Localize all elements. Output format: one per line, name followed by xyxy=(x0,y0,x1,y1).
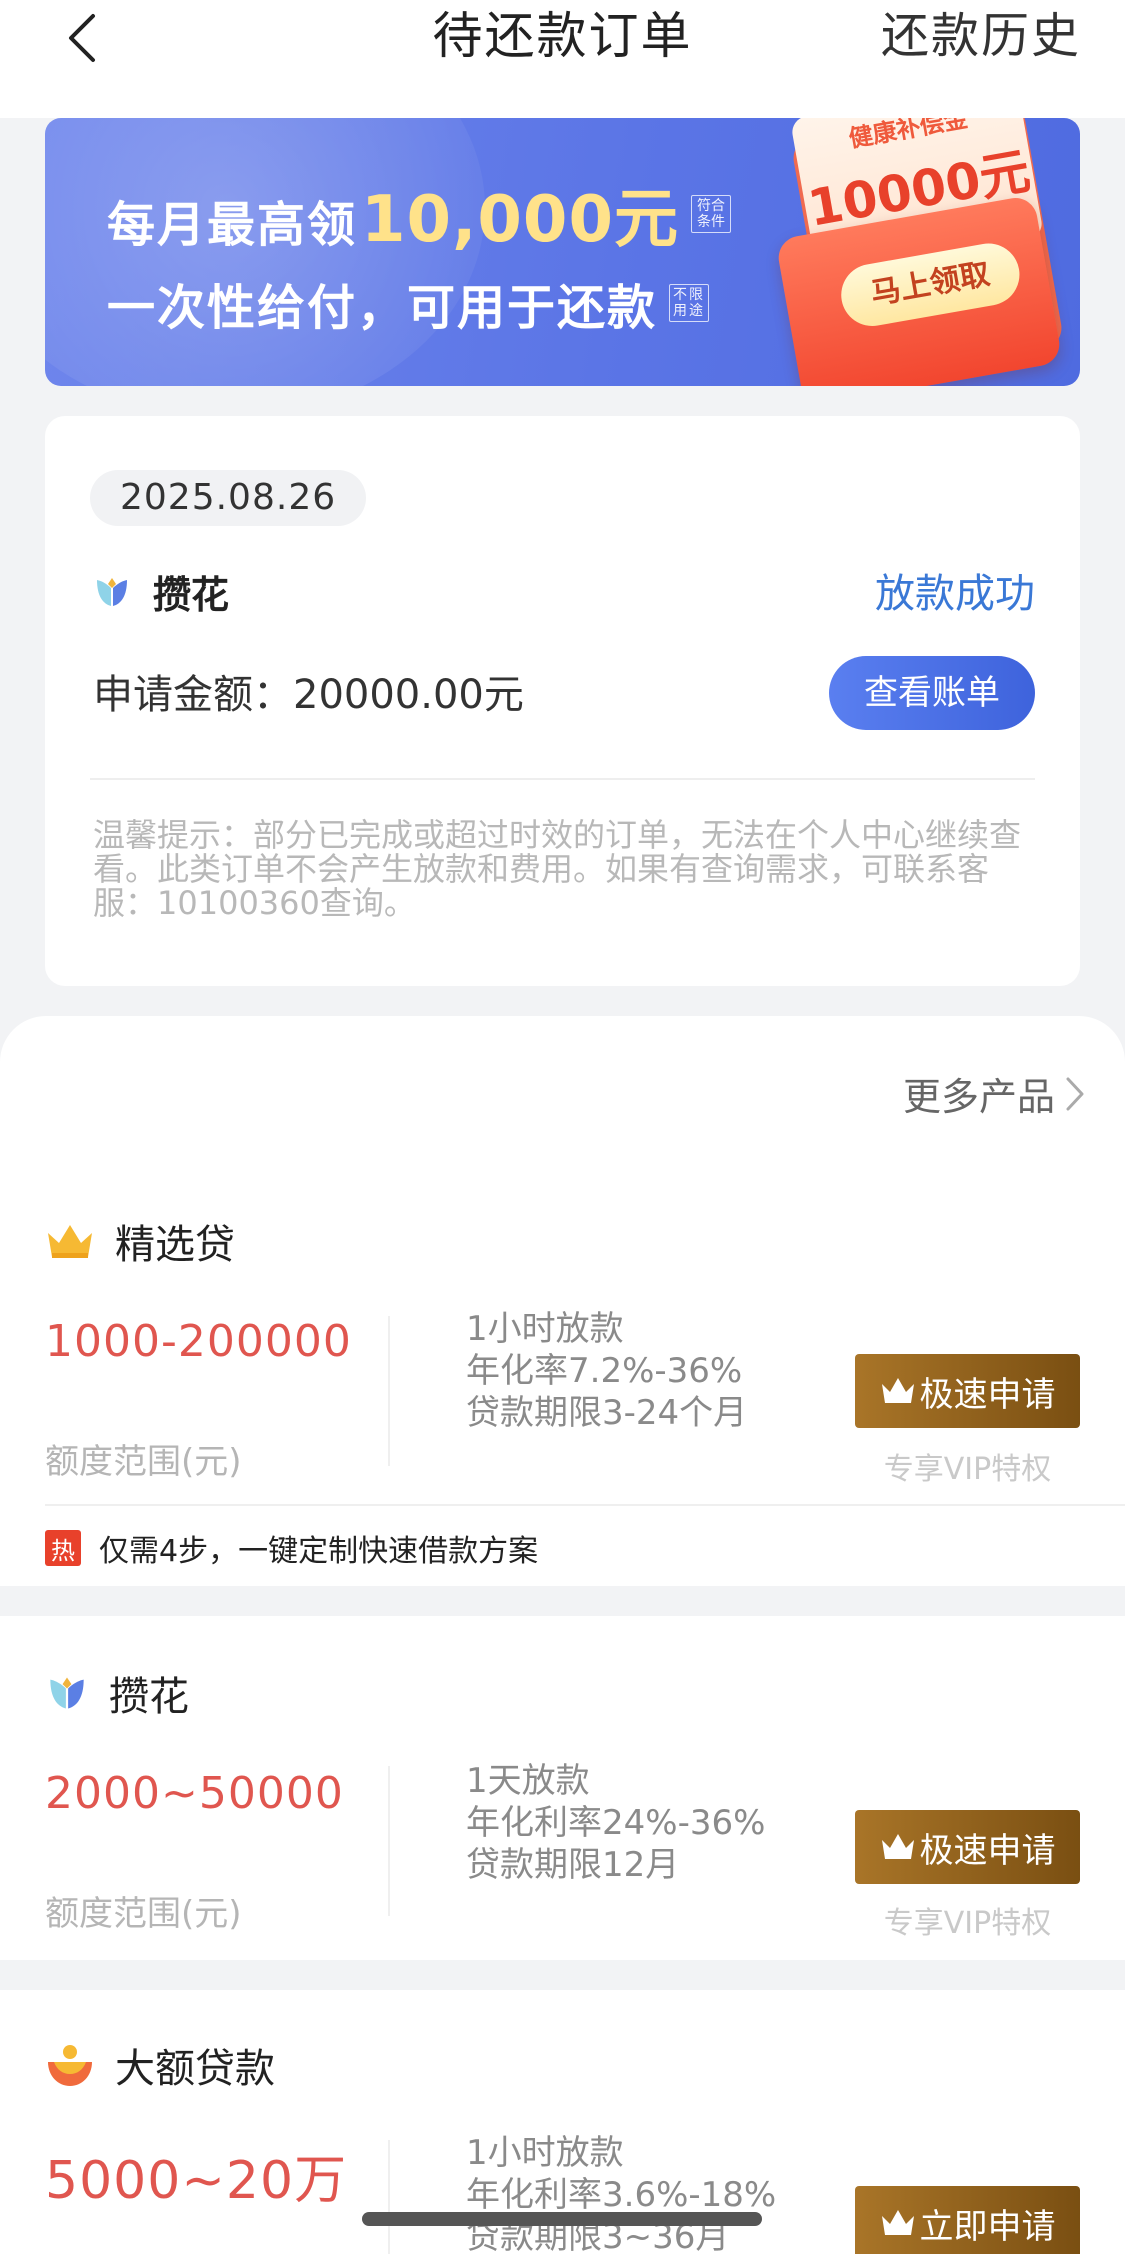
feature-item: 1小时放款 xyxy=(466,1309,624,1349)
quick-apply-label: 极速申请 xyxy=(919,1374,1056,1415)
promo-banner[interactable]: 每月最高领 10,000元 符合条件 一次性给付，可用于还款 不限用途 健康补偿… xyxy=(45,118,1080,386)
hot-tip-text: 仅需4步，一键定制快速借款方案 xyxy=(99,1534,539,1569)
zanhua-logo-icon xyxy=(97,577,127,606)
red-envelope-illustration: 健康补偿金 10000元 马上领取 xyxy=(770,118,1070,386)
view-bill-button[interactable]: 查看账单 xyxy=(829,656,1035,730)
section-separator xyxy=(0,1960,1125,1990)
banner-subline: 一次性给付，可用于还款 不限用途 xyxy=(107,268,710,338)
product-range: 2000~50000 xyxy=(45,1768,344,1819)
order-brand-name: 攒花 xyxy=(153,573,230,617)
product-range: 1000-200000 xyxy=(45,1316,352,1367)
feature-item: 年化利率3.6%-18% xyxy=(466,2175,777,2215)
quick-apply-button[interactable]: 极速申请 xyxy=(855,1810,1080,1884)
hot-badge: 热 xyxy=(45,1530,81,1566)
more-products-label: 更多产品 xyxy=(902,1075,1055,1119)
divider xyxy=(45,1504,1125,1506)
zanhua-logo-icon xyxy=(50,1677,84,1709)
top-nav-bar: 待还款订单 还款历史 xyxy=(0,0,1125,118)
product-range-label: 额度范围(元) xyxy=(45,1894,242,1934)
hot-tip-row: 热 仅需4步，一键定制快速借款方案 xyxy=(45,1526,538,1570)
product-header: 大额贷款 xyxy=(45,2036,275,2094)
order-card: 2025.08.26 攒花 放款成功 申请金额：20000.00元 查看账单 温… xyxy=(45,416,1080,986)
product-title: 精选贷 xyxy=(115,1222,235,1268)
product-title: 大额贷款 xyxy=(115,2046,275,2092)
product-range-label: 额度范围(元) xyxy=(45,1442,242,1482)
product-header: 精选贷 xyxy=(45,1212,235,1270)
banner-condition-tag: 符合条件 xyxy=(690,195,731,233)
warm-tip: 温馨提示：部分已完成或超过时效的订单，无法在个人中心继续查看。此类订单不会产生放… xyxy=(93,816,1022,922)
loan-status: 放款成功 xyxy=(875,571,1035,617)
banner-headline-prefix: 每月最高领 xyxy=(107,197,358,253)
divider xyxy=(388,1766,390,1916)
product-features: 1小时放款 年化利率3.6%-18% 贷款期限3~36月 xyxy=(466,2132,776,2254)
divider xyxy=(388,2140,390,2254)
section-separator xyxy=(0,1586,1125,1616)
crown-icon xyxy=(48,1225,92,1258)
product-features: 1天放款 年化利率24%-36% 贷款期限12月 xyxy=(466,1760,765,1886)
watermark-text: 农社 xyxy=(1089,2210,1125,2231)
product-title: 攒花 xyxy=(109,1674,189,1720)
home-indicator[interactable] xyxy=(362,2212,762,2226)
vip-privilege-label: 专享VIP特权 xyxy=(883,1452,1052,1487)
order-brand: 攒花 xyxy=(93,564,229,619)
screen: 待还款订单 还款历史 每月最高领 10,000元 符合条件 一次性给付，可用于还… xyxy=(0,0,1125,2254)
feature-item: 年化率7.2%-36% xyxy=(466,1351,743,1391)
feature-item: 1天放款 xyxy=(466,1761,590,1801)
more-products-link[interactable]: 更多产品 xyxy=(903,1066,1085,1121)
divider xyxy=(90,778,1035,780)
divider xyxy=(388,1316,390,1466)
feature-item: 贷款期限12月 xyxy=(466,1845,680,1885)
apply-now-label: 立即申请 xyxy=(919,2206,1056,2247)
apply-amount: 申请金额：20000.00元 xyxy=(93,672,524,718)
claim-now-button[interactable]: 马上领取 xyxy=(836,238,1025,331)
product-card-jingxuandai[interactable]: 精选贷 1000-200000 额度范围(元) 1小时放款 年化率7.2%-36… xyxy=(0,1180,1125,1586)
banner-headline-amount: 10,000元 xyxy=(361,183,679,257)
product-range: 5000~20万 xyxy=(45,2151,348,2211)
crown-icon xyxy=(880,1832,916,1862)
banner-subline-text: 一次性给付，可用于还款 xyxy=(107,280,658,336)
order-date: 2025.08.26 xyxy=(90,470,367,526)
chevron-right-icon xyxy=(1066,1077,1084,1110)
repayment-history-link[interactable]: 还款历史 xyxy=(881,0,1081,72)
feature-item: 年化利率24%-36% xyxy=(466,1803,766,1843)
vip-privilege-label: 专享VIP特权 xyxy=(883,1906,1052,1941)
product-header: 攒花 xyxy=(45,1664,189,1722)
quick-apply-label: 极速申请 xyxy=(919,1830,1056,1871)
crown-icon xyxy=(880,2208,916,2238)
product-features: 1小时放款 年化率7.2%-36% 贷款期限3-24个月 xyxy=(466,1308,747,1434)
product-card-zanhua[interactable]: 攒花 2000~50000 额度范围(元) 1天放款 年化利率24%-36% 贷… xyxy=(0,1616,1125,1960)
apply-now-button[interactable]: 立即申请 xyxy=(855,2186,1080,2254)
quick-apply-button[interactable]: 极速申请 xyxy=(855,1354,1080,1428)
feature-item: 1小时放款 xyxy=(466,2133,624,2173)
crown-icon xyxy=(880,1376,916,1406)
banner-headline: 每月最高领 10,000元 符合条件 xyxy=(107,168,731,260)
banner-usage-tag: 不限用途 xyxy=(669,284,710,322)
feature-item: 贷款期限3-24个月 xyxy=(466,1393,748,1433)
bowl-logo-icon xyxy=(48,2045,92,2086)
